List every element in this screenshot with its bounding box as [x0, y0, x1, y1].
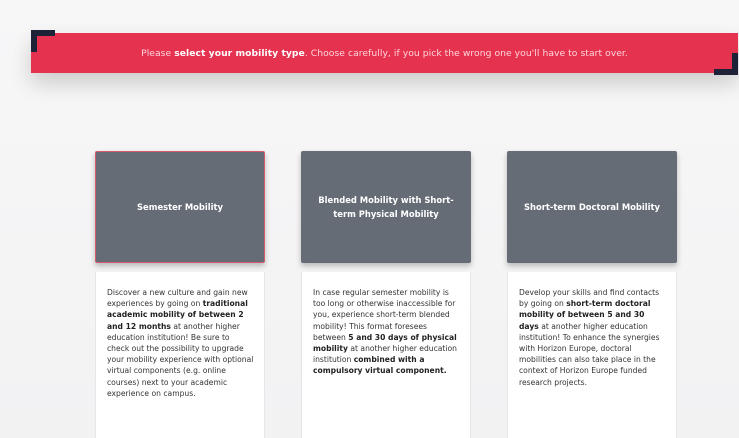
instruction-text: Please select your mobility type. Choose…	[31, 33, 738, 73]
mobility-option-title: Semester Mobility	[137, 202, 223, 212]
corner-bracket-top-left	[31, 30, 55, 52]
instruction-banner: Please select your mobility type. Choose…	[31, 30, 738, 75]
instruction-suffix: . Choose carefully, if you pick the wron…	[304, 47, 628, 59]
mobility-description-semester: Discover a new culture and gain new expe…	[95, 272, 265, 438]
mobility-description-doctoral: Develop your skills and find contacts by…	[507, 272, 677, 438]
description-text: at another higher education institution!…	[107, 321, 254, 398]
description-text: at another higher education institution!…	[519, 321, 660, 387]
mobility-option-doctoral[interactable]: Short-term Doctoral Mobility	[507, 151, 677, 263]
instruction-prefix: Please	[141, 47, 172, 59]
mobility-option-semester[interactable]: Semester Mobility	[95, 151, 265, 263]
corner-bracket-bottom-right	[714, 53, 738, 75]
instruction-emphasis: select your mobility type	[174, 47, 305, 59]
mobility-option-title: Short-term Doctoral Mobility	[524, 202, 660, 212]
mobility-description-blended: In case regular semester mobility is too…	[301, 272, 471, 438]
page: Please select your mobility type. Choose…	[0, 0, 739, 438]
mobility-option-blended[interactable]: Blended Mobility with Short-term Physica…	[301, 151, 471, 263]
mobility-option-title: Blended Mobility with Short-term Physica…	[318, 195, 454, 219]
